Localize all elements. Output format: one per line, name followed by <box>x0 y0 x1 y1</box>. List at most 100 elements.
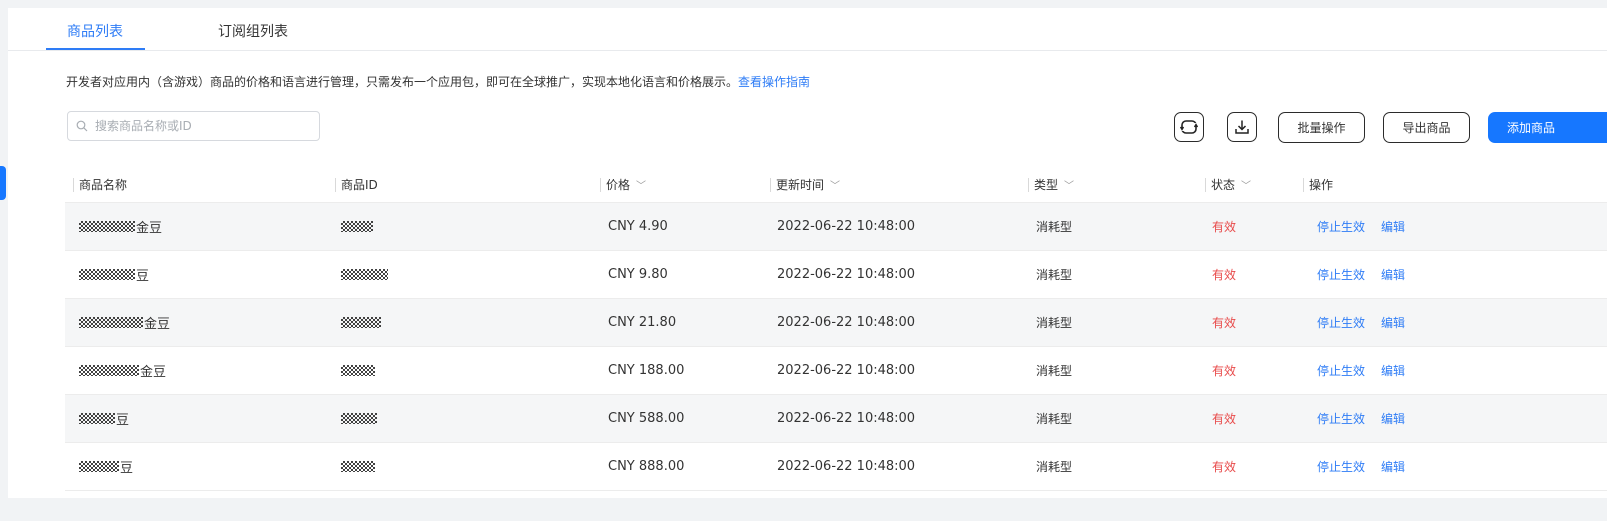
product-name-cell: 金豆 <box>79 299 170 346</box>
updated-time-cell: 2022-06-22 10:48:00 <box>777 459 916 474</box>
product-id-cell <box>341 203 374 250</box>
type-cell: 消耗型 <box>1036 364 1073 378</box>
table-row: 金豆 CNY 188.00 2022-06-22 10:48:00 消耗型 有效… <box>65 347 1607 395</box>
redacted-mask <box>341 461 375 472</box>
tab-subscription-groups[interactable]: 订阅组列表 <box>218 21 288 41</box>
stop-effect-link[interactable]: 停止生效 <box>1317 266 1365 283</box>
page-description: 开发者对应用内（含游戏）商品的价格和语言进行管理，只需发布一个应用包，即可在全球… <box>66 73 810 90</box>
redacted-mask <box>79 365 139 376</box>
tab-bar: 商品列表 订阅组列表 <box>8 8 1607 51</box>
price-cell: CNY 588.00 <box>608 411 685 426</box>
redacted-mask <box>341 269 388 280</box>
column-header-price[interactable]: 价格 ﹀ <box>600 166 647 202</box>
type-cell: 消耗型 <box>1036 220 1073 234</box>
add-product-button[interactable]: 添加商品 <box>1488 112 1607 143</box>
export-products-button[interactable]: 导出商品 <box>1383 112 1470 143</box>
search-input[interactable] <box>93 118 307 134</box>
status-badge: 有效 <box>1212 460 1237 474</box>
redacted-mask <box>79 221 135 232</box>
actions-cell: 停止生效 编辑 <box>1317 347 1421 394</box>
redacted-mask <box>79 317 143 328</box>
sort-chevron-icon: ﹀ <box>1064 180 1075 192</box>
price-cell: CNY 888.00 <box>608 459 685 474</box>
table-row: 豆 CNY 588.00 2022-06-22 10:48:00 消耗型 有效 … <box>65 395 1607 443</box>
updated-time-cell: 2022-06-22 10:48:00 <box>777 267 916 282</box>
updated-time-cell: 2022-06-22 10:48:00 <box>777 411 916 426</box>
updated-time-cell: 2022-06-22 10:48:00 <box>777 219 916 234</box>
product-name-cell: 金豆 <box>79 347 166 394</box>
active-nav-indicator <box>0 166 6 200</box>
sort-chevron-icon: ﹀ <box>830 180 841 192</box>
status-badge: 有效 <box>1212 364 1237 378</box>
type-cell: 消耗型 <box>1036 460 1073 474</box>
type-cell: 消耗型 <box>1036 316 1073 330</box>
description-text: 开发者对应用内（含游戏）商品的价格和语言进行管理，只需发布一个应用包，即可在全球… <box>66 75 739 89</box>
batch-operation-button[interactable]: 批量操作 <box>1278 112 1365 143</box>
redacted-mask <box>79 461 119 472</box>
tab-active-underline <box>46 48 145 50</box>
price-cell: CNY 21.80 <box>608 315 677 330</box>
stop-effect-link[interactable]: 停止生效 <box>1317 314 1365 331</box>
type-cell: 消耗型 <box>1036 412 1073 426</box>
redacted-mask <box>79 269 135 280</box>
stop-effect-link[interactable]: 停止生效 <box>1317 458 1365 475</box>
stop-effect-link[interactable]: 停止生效 <box>1317 410 1365 427</box>
status-badge: 有效 <box>1212 268 1237 282</box>
type-cell: 消耗型 <box>1036 268 1073 282</box>
actions-cell: 停止生效 编辑 <box>1317 203 1421 250</box>
product-list-panel: 商品列表 订阅组列表 开发者对应用内（含游戏）商品的价格和语言进行管理，只需发布… <box>8 8 1607 498</box>
product-id-cell <box>341 251 389 298</box>
stop-effect-link[interactable]: 停止生效 <box>1317 362 1365 379</box>
product-name-cell: 豆 <box>79 443 133 490</box>
column-header-updated[interactable]: 更新时间 ﹀ <box>770 166 841 202</box>
download-button[interactable] <box>1227 112 1257 142</box>
status-badge: 有效 <box>1212 412 1237 426</box>
table-row: 金豆 CNY 21.80 2022-06-22 10:48:00 消耗型 有效 … <box>65 299 1607 347</box>
product-id-cell <box>341 395 378 442</box>
edit-link[interactable]: 编辑 <box>1381 410 1405 427</box>
tab-product-list[interactable]: 商品列表 <box>67 21 123 41</box>
column-header-type[interactable]: 类型 ﹀ <box>1028 166 1075 202</box>
table-header: 商品名称 商品ID 价格 ﹀ 更新时间 ﹀ 类型 ﹀ 状态 ﹀ 操作 <box>65 166 1607 203</box>
search-icon <box>76 120 88 132</box>
column-header-name: 商品名称 <box>73 166 127 202</box>
product-id-cell <box>341 347 376 394</box>
edit-link[interactable]: 编辑 <box>1381 362 1405 379</box>
column-header-actions: 操作 <box>1303 166 1333 202</box>
status-badge: 有效 <box>1212 316 1237 330</box>
table-row: 豆 CNY 9.80 2022-06-22 10:48:00 消耗型 有效 停止… <box>65 251 1607 299</box>
status-badge: 有效 <box>1212 220 1237 234</box>
table-row: 金豆 CNY 4.90 2022-06-22 10:48:00 消耗型 有效 停… <box>65 203 1607 251</box>
actions-cell: 停止生效 编辑 <box>1317 299 1421 346</box>
updated-time-cell: 2022-06-22 10:48:00 <box>777 315 916 330</box>
table-row: 豆 CNY 888.00 2022-06-22 10:48:00 消耗型 有效 … <box>65 443 1607 491</box>
product-id-cell <box>341 299 382 346</box>
edit-link[interactable]: 编辑 <box>1381 458 1405 475</box>
product-id-cell <box>341 443 376 490</box>
redacted-mask <box>341 413 377 424</box>
price-cell: CNY 4.90 <box>608 219 668 234</box>
refresh-button[interactable] <box>1174 112 1204 142</box>
updated-time-cell: 2022-06-22 10:48:00 <box>777 363 916 378</box>
edit-link[interactable]: 编辑 <box>1381 314 1405 331</box>
refresh-icon <box>1180 120 1198 134</box>
price-cell: CNY 188.00 <box>608 363 685 378</box>
column-header-id: 商品ID <box>335 166 378 202</box>
redacted-mask <box>341 221 373 232</box>
guide-link[interactable]: 查看操作指南 <box>738 75 810 89</box>
actions-cell: 停止生效 编辑 <box>1317 395 1421 442</box>
edit-link[interactable]: 编辑 <box>1381 266 1405 283</box>
download-icon <box>1235 120 1249 134</box>
sort-chevron-icon: ﹀ <box>1241 180 1252 192</box>
sort-chevron-icon: ﹀ <box>636 180 647 192</box>
edit-link[interactable]: 编辑 <box>1381 218 1405 235</box>
product-name-cell: 豆 <box>79 251 149 298</box>
stop-effect-link[interactable]: 停止生效 <box>1317 218 1365 235</box>
redacted-mask <box>79 413 115 424</box>
price-cell: CNY 9.80 <box>608 267 668 282</box>
column-header-status[interactable]: 状态 ﹀ <box>1205 166 1252 202</box>
actions-cell: 停止生效 编辑 <box>1317 443 1421 490</box>
redacted-mask <box>341 365 375 376</box>
search-box[interactable] <box>67 111 320 141</box>
product-name-cell: 豆 <box>79 395 129 442</box>
